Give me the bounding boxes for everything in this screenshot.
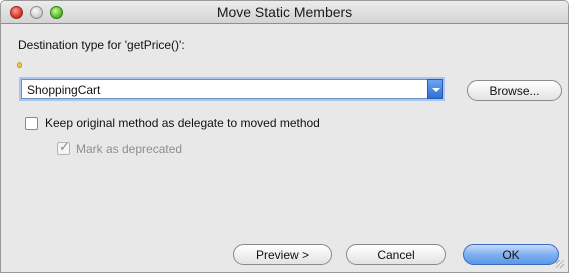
checkmark-icon: ✓ [59,139,70,154]
lightbulb-icon [17,62,22,68]
resize-grip-icon[interactable] [556,260,564,268]
mark-deprecated-checkbox: ✓ [57,139,70,155]
dialog-window: Move Static Members Destination type for… [0,0,569,273]
keep-original-checkbox[interactable] [25,117,38,130]
destination-type-combo[interactable]: ShoppingCart [21,79,443,99]
title-bar[interactable]: Move Static Members [1,1,568,24]
keep-original-label[interactable]: Keep original method as delegate to move… [45,116,320,130]
window-title: Move Static Members [216,4,353,20]
destination-label: Destination type for 'getPrice()': [18,38,185,52]
ok-button[interactable]: OK [463,244,559,265]
destination-type-value[interactable]: ShoppingCart [27,83,100,97]
cancel-button[interactable]: Cancel [346,244,446,265]
mark-deprecated-label: Mark as deprecated [76,142,183,156]
chevron-down-icon[interactable] [427,79,443,99]
preview-button[interactable]: Preview > [233,244,332,265]
browse-button[interactable]: Browse... [467,80,562,101]
